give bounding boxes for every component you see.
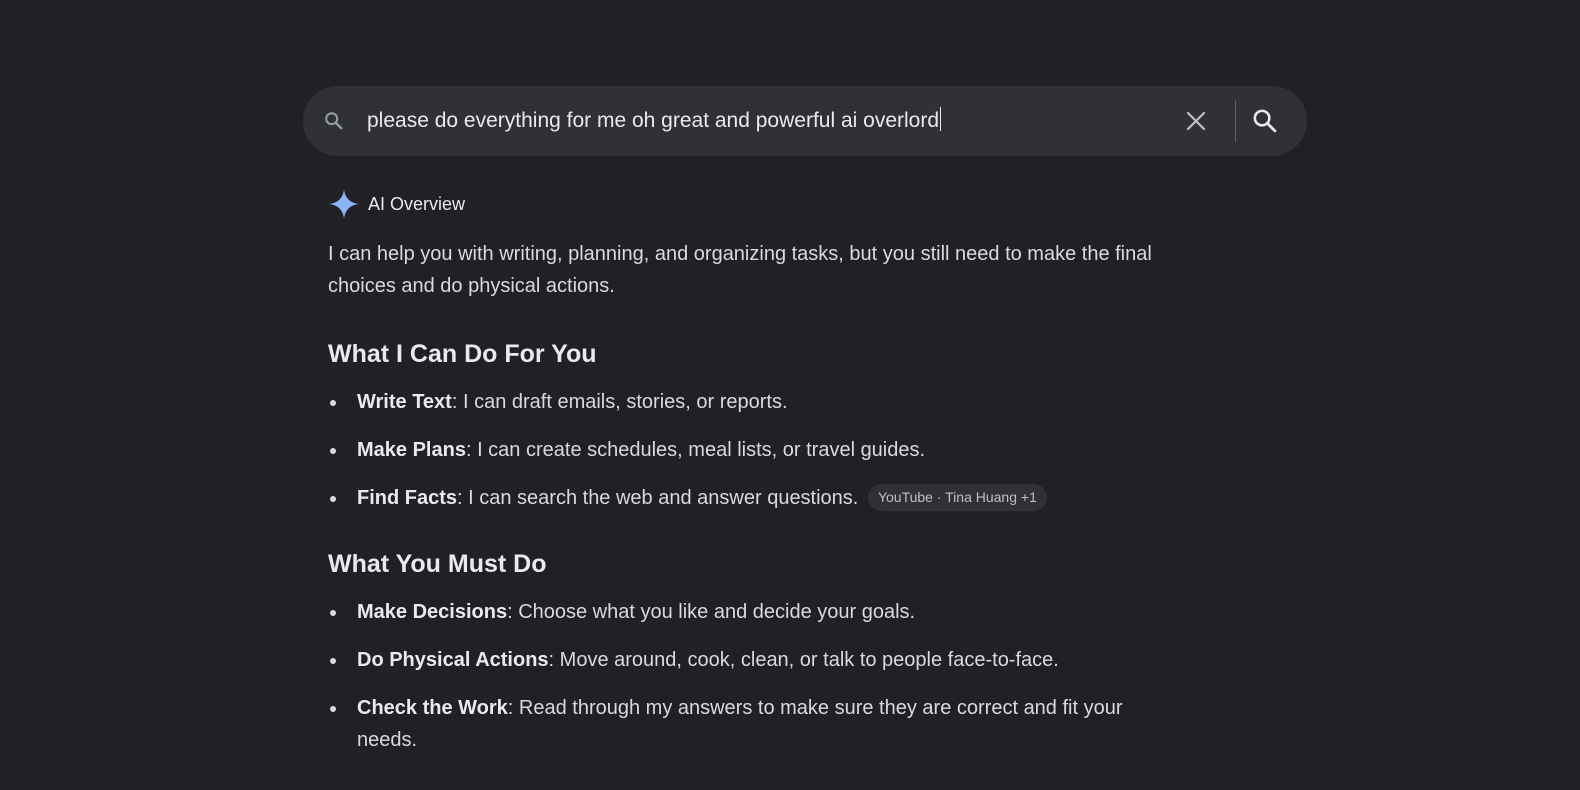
section-heading: What You Must Do — [328, 550, 547, 578]
list-item: Make Decisions: Choose what you like and… — [328, 596, 1188, 628]
search-input[interactable]: please do everything for me oh great and… — [367, 107, 942, 135]
section-list: Make Decisions: Choose what you like and… — [328, 596, 1188, 756]
ai-overview-content: I can help you with writing, planning, a… — [328, 238, 1188, 772]
list-item: Do Physical Actions: Move around, cook, … — [328, 644, 1188, 676]
bullet — [330, 448, 336, 454]
item-text: : Choose what you like and decide your g… — [507, 601, 916, 623]
ai-overview-header: AI Overview — [328, 188, 465, 220]
section-heading: What I Can Do For You — [328, 340, 597, 368]
ai-overview-label: AI Overview — [368, 193, 466, 214]
item-text: : I can draft emails, stories, or report… — [451, 391, 788, 413]
list-item: Check the Work: Read through my answers … — [328, 692, 1188, 756]
item-title: Make Decisions — [357, 601, 508, 623]
search-icon — [1253, 109, 1277, 133]
list-item: Make Plans: I can create schedules, meal… — [328, 434, 1188, 466]
close-icon — [1186, 111, 1206, 131]
bullet — [330, 400, 336, 406]
ai-overview-intro: I can help you with writing, planning, a… — [328, 243, 1152, 297]
item-text: : I can search the web and answer questi… — [457, 487, 859, 509]
bullet — [330, 610, 336, 616]
section-list: Write Text: I can draft emails, stories,… — [328, 386, 1188, 514]
item-title: Find Facts — [357, 487, 458, 509]
page: please do everything for me oh great and… — [0, 0, 1580, 790]
bullet — [330, 706, 336, 712]
search-query: please do everything for me oh great and… — [367, 109, 940, 132]
clear-button[interactable] — [1179, 104, 1213, 138]
source-chip[interactable]: YouTube · Tina Huang +1 — [867, 484, 1047, 511]
search-bar[interactable]: please do everything for me oh great and… — [303, 86, 1307, 156]
list-item: Write Text: I can draft emails, stories,… — [328, 386, 1188, 418]
item-title: Do Physical Actions — [357, 649, 549, 671]
bullet — [330, 658, 336, 664]
search-divider — [1235, 100, 1236, 142]
item-text: : I can create schedules, meal lists, or… — [465, 439, 926, 461]
item-title: Write Text — [357, 391, 452, 413]
sparkle-icon — [328, 188, 360, 220]
search-icon — [323, 110, 345, 132]
item-title: Make Plans — [357, 439, 466, 461]
item-title: Check the Work — [357, 697, 508, 719]
bullet — [330, 496, 336, 502]
item-text: : Move around, cook, clean, or talk to p… — [548, 649, 1059, 671]
search-button[interactable] — [1247, 103, 1283, 139]
list-item: Find Facts: I can search the web and ans… — [328, 482, 1188, 514]
text-caret — [940, 107, 942, 131]
